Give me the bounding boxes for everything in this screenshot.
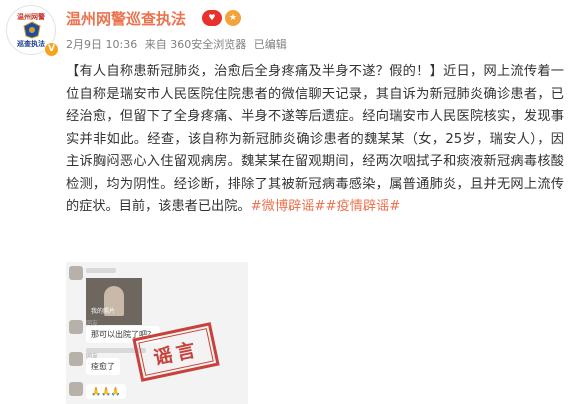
verified-icon: V bbox=[44, 42, 59, 57]
hashtag-link-1[interactable]: #微博辟谣# bbox=[251, 199, 326, 214]
chat-avatar bbox=[69, 266, 83, 280]
author-name-link[interactable]: 温州网警巡查执法 bbox=[66, 8, 186, 29]
chat-emoji-bubble: 🙏🙏🙏 bbox=[86, 384, 126, 399]
police-emblem-icon bbox=[23, 21, 41, 39]
chat-avatar bbox=[69, 382, 83, 396]
blurred-name bbox=[86, 268, 116, 273]
photo-caption: 我的照片 bbox=[91, 308, 116, 315]
heart-badge-icon[interactable]: ♥ bbox=[202, 10, 222, 26]
chat-avatar bbox=[69, 320, 83, 334]
post-date[interactable]: 2月9日 10:36 bbox=[66, 38, 137, 51]
post-body: 【有人自称患新冠肺炎，治愈后全身疼痛及半身不遂？假的！】近日，网上流传着一位自称… bbox=[66, 61, 564, 219]
hashtag-link-2[interactable]: #疫情辟谣# bbox=[325, 199, 400, 214]
post-edited: 已编辑 bbox=[253, 38, 287, 51]
post-source: 来自 360安全浏览器 bbox=[144, 38, 247, 51]
chat-avatar bbox=[69, 352, 83, 366]
post-text: 【有人自称患新冠肺炎，治愈后全身疼痛及半身不遂？假的！】近日，网上流传着一位自称… bbox=[66, 64, 564, 214]
post-meta: 2月9日 10:36 来自 360安全浏览器 已编辑 bbox=[66, 36, 291, 52]
chat-bubble-2: 痊愈了 bbox=[86, 358, 120, 375]
member-badge-icon[interactable]: ★ bbox=[225, 10, 241, 26]
